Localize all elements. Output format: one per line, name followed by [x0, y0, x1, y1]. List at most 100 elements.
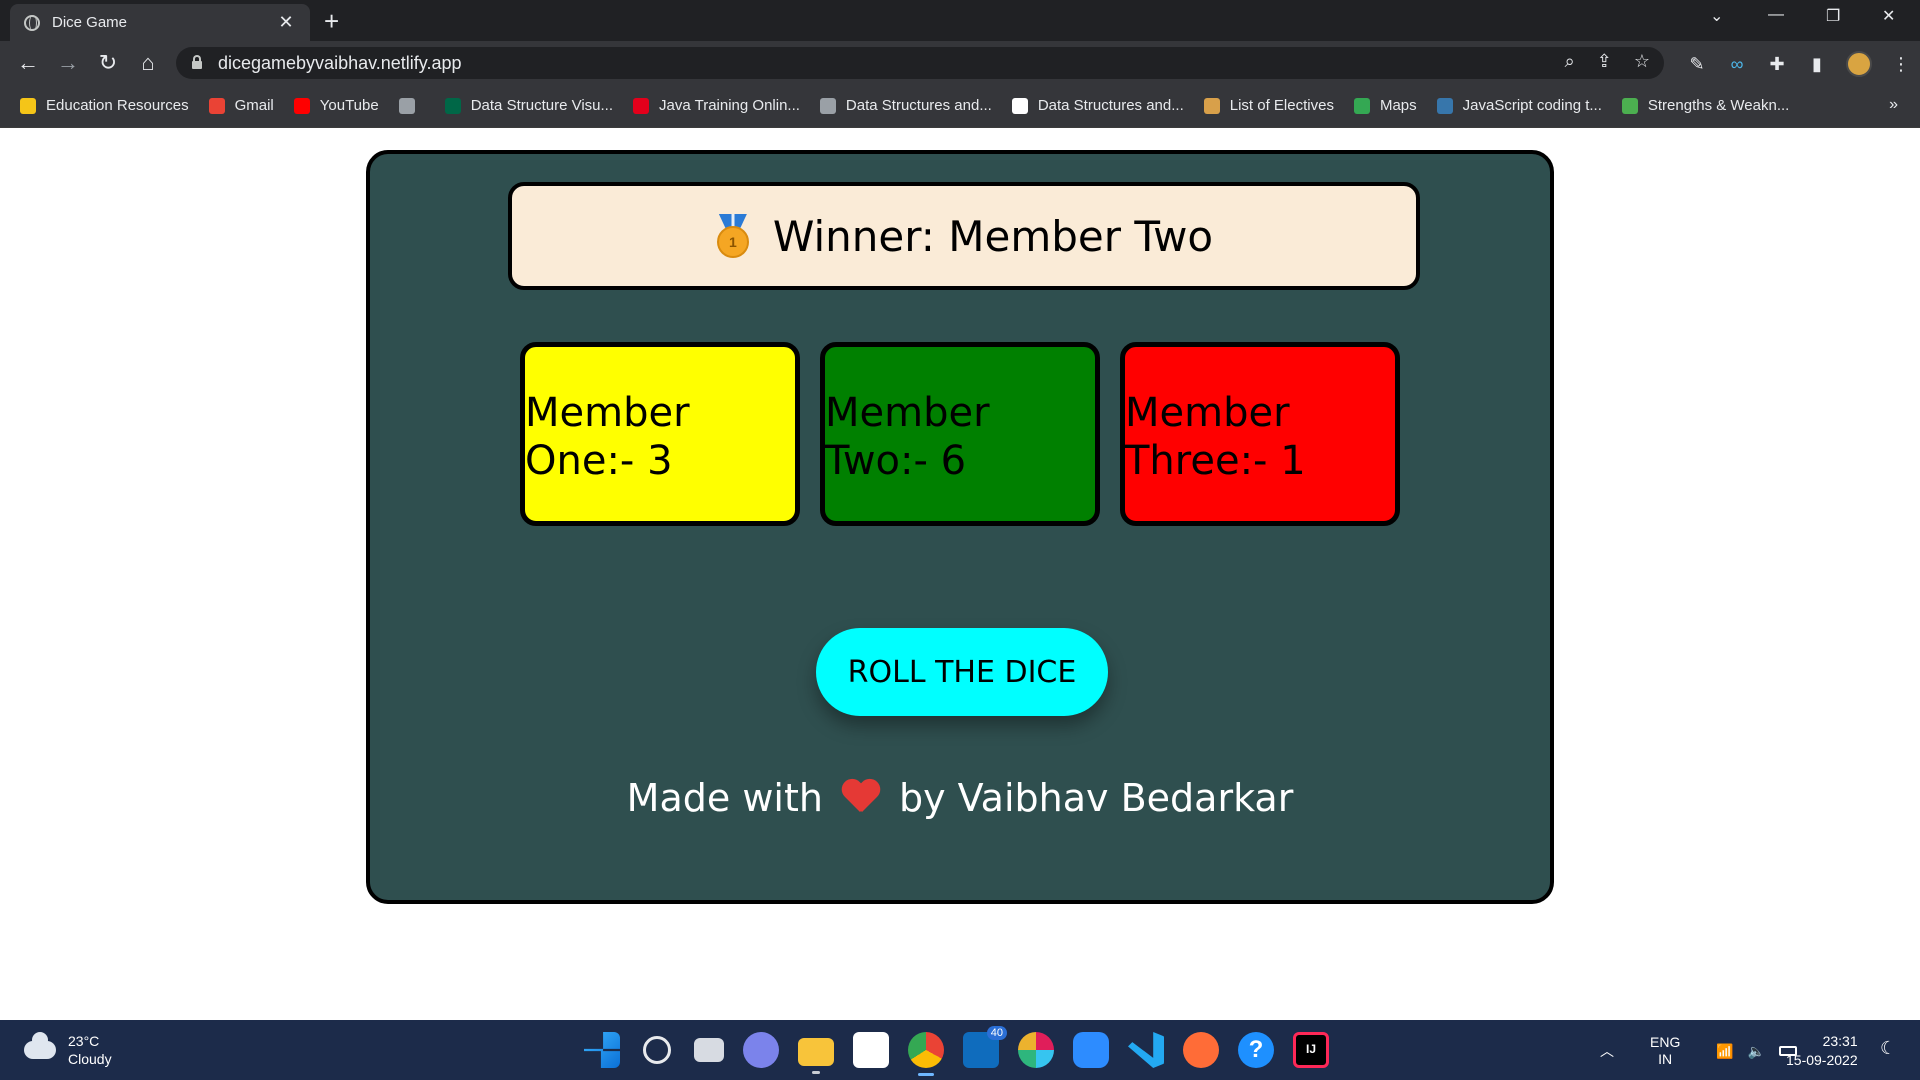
winner-text: Winner: Member Two	[772, 211, 1214, 261]
page-content: 1 Winner: Member Two Member One:- 3 Memb…	[0, 128, 1920, 1020]
bookmark-star-icon[interactable]: ☆	[1634, 51, 1650, 72]
cloud-icon	[24, 1032, 56, 1059]
close-window-button[interactable]: ✕	[1882, 6, 1895, 26]
bookmark-label: YouTube	[319, 97, 379, 114]
tab-search-icon[interactable]: ⌄	[1710, 6, 1723, 26]
new-tab-button[interactable]: +	[324, 8, 339, 34]
notification-badge: 40	[986, 1026, 1007, 1040]
search-icon[interactable]	[643, 1036, 671, 1064]
browser-tab[interactable]: Dice Game ✕	[10, 4, 310, 41]
url-text[interactable]: dicegamebyvaibhav.netlify.app	[218, 53, 461, 74]
youtube-icon	[293, 97, 310, 114]
bookmark-label: Maps	[1379, 97, 1417, 114]
usf-icon	[444, 97, 461, 114]
volume-icon[interactable]: 🔈	[1748, 1043, 1765, 1060]
cc-icon	[1011, 97, 1028, 114]
globe-icon	[398, 97, 415, 114]
share-icon[interactable]: ⇪	[1597, 51, 1612, 72]
system-tray: ︿ ENG IN 📶 🔈	[1600, 1034, 1798, 1068]
windows-taskbar: 23°C Cloudy 40 ? IJ ︿ ENG IN 📶 🔈 23:31 1…	[0, 1020, 1920, 1080]
extension-infinity-icon[interactable]: ∞	[1726, 53, 1748, 75]
clock-date: 15-09-2022	[1786, 1052, 1858, 1068]
temperature: 23°C	[68, 1033, 100, 1049]
dash-icon	[819, 97, 836, 114]
zoom-icon[interactable]: ⌕	[1565, 51, 1575, 72]
home-icon[interactable]: ⌂	[134, 49, 162, 77]
maximize-button[interactable]: ❐	[1826, 6, 1840, 26]
tab-title: Dice Game	[52, 14, 128, 31]
credit-suffix: by Vaibhav Bedarkar	[898, 776, 1294, 820]
menu-kebab-icon[interactable]: ⋮	[1890, 53, 1912, 75]
weather-condition: Cloudy	[68, 1051, 112, 1067]
gmail-icon	[208, 97, 225, 114]
chrome-icon[interactable]	[908, 1032, 944, 1076]
dots-icon	[1621, 97, 1638, 114]
forward-icon[interactable]: →	[54, 49, 82, 77]
bookmark-label: Data Structures and...	[1037, 97, 1184, 114]
member-two-label: Member Two:- 6	[825, 390, 990, 484]
bookmark-item[interactable]: Data Structures and...	[1011, 97, 1184, 114]
credit-line: Made with by Vaibhav Bedarkar	[370, 776, 1550, 820]
side-panel-icon[interactable]: ▮	[1806, 53, 1828, 75]
bookmark-label: JavaScript coding t...	[1462, 97, 1602, 114]
bookmark-label: Education Resources	[46, 97, 189, 114]
tray-chevron-icon[interactable]: ︿	[1600, 1041, 1614, 1061]
zoom-icon[interactable]	[1073, 1032, 1109, 1068]
bookmark-item[interactable]: Strengths & Weakn...	[1621, 97, 1790, 114]
globe-icon	[24, 14, 40, 31]
close-tab-icon[interactable]: ✕	[276, 12, 296, 33]
profile-avatar[interactable]	[1846, 51, 1872, 77]
bookmark-item[interactable]	[398, 97, 425, 114]
postman-icon[interactable]	[1183, 1032, 1219, 1068]
language-line-1: ENG	[1650, 1034, 1681, 1050]
intellij-icon[interactable]: IJ	[1293, 1032, 1329, 1068]
scroll-icon	[1203, 97, 1220, 114]
bookmark-item[interactable]: Education Resources	[20, 97, 189, 114]
bookmark-item[interactable]: Data Structure Visu...	[444, 97, 614, 114]
python-icon	[1436, 97, 1453, 114]
bookmark-label: Data Structure Visu...	[470, 97, 614, 114]
file-explorer-icon[interactable]	[798, 1038, 834, 1074]
bookmark-item[interactable]: Gmail	[208, 97, 274, 114]
language-indicator[interactable]: ENG IN	[1650, 1034, 1680, 1068]
reload-icon[interactable]: ↻	[94, 49, 122, 77]
maps-icon	[1353, 97, 1370, 114]
bookmark-item[interactable]: Java Training Onlin...	[633, 97, 800, 114]
game-card: 1 Winner: Member Two Member One:- 3 Memb…	[366, 150, 1554, 904]
member-two-card: Member Two:- 6	[820, 342, 1100, 526]
slack-icon[interactable]	[1018, 1032, 1054, 1068]
notifications-icon[interactable]: ☾	[1880, 1038, 1896, 1059]
weather-widget[interactable]: 23°C Cloudy	[24, 1032, 112, 1068]
bookmarks-overflow-icon[interactable]: »	[1889, 96, 1898, 114]
clock-time: 23:31	[1822, 1033, 1858, 1049]
winner-banner: 1 Winner: Member Two	[508, 182, 1420, 290]
folder-icon	[20, 97, 36, 114]
outlook-icon[interactable]: 40	[963, 1026, 1007, 1068]
medal-icon: 1	[715, 214, 751, 258]
bookmark-label: Strengths & Weakn...	[1647, 97, 1790, 114]
heart-icon	[841, 780, 881, 816]
roll-dice-button[interactable]: ROLL THE DICE	[816, 628, 1108, 716]
vscode-icon[interactable]	[1128, 1032, 1164, 1068]
start-icon[interactable]	[584, 1032, 620, 1068]
lock-icon[interactable]	[192, 55, 202, 69]
bookmark-label: List of Electives	[1229, 97, 1334, 114]
extensions-puzzle-icon[interactable]: ✚	[1766, 53, 1788, 75]
clock[interactable]: 23:31 15-09-2022	[1786, 1032, 1858, 1070]
microsoft-store-icon[interactable]	[853, 1032, 889, 1068]
help-icon[interactable]: ?	[1238, 1032, 1274, 1068]
bookmark-item[interactable]: List of Electives	[1203, 97, 1334, 114]
task-view-icon[interactable]	[694, 1038, 724, 1062]
extension-pen-icon[interactable]: ✎	[1686, 53, 1708, 75]
bookmark-item[interactable]: Maps	[1353, 97, 1417, 114]
bookmark-item[interactable]: JavaScript coding t...	[1436, 97, 1602, 114]
bookmark-item[interactable]: Data Structures and...	[819, 97, 992, 114]
back-icon[interactable]: ←	[14, 49, 42, 77]
bookmark-item[interactable]: YouTube	[293, 97, 379, 114]
wifi-icon[interactable]: 📶	[1716, 1043, 1733, 1060]
minimize-button[interactable]: —	[1768, 6, 1784, 24]
teams-chat-icon[interactable]	[743, 1032, 779, 1068]
address-bar[interactable]: dicegamebyvaibhav.netlify.app ⌕ ⇪ ☆	[176, 47, 1664, 79]
member-one-label: Member One:- 3	[525, 390, 690, 484]
oracle-icon	[633, 97, 650, 114]
